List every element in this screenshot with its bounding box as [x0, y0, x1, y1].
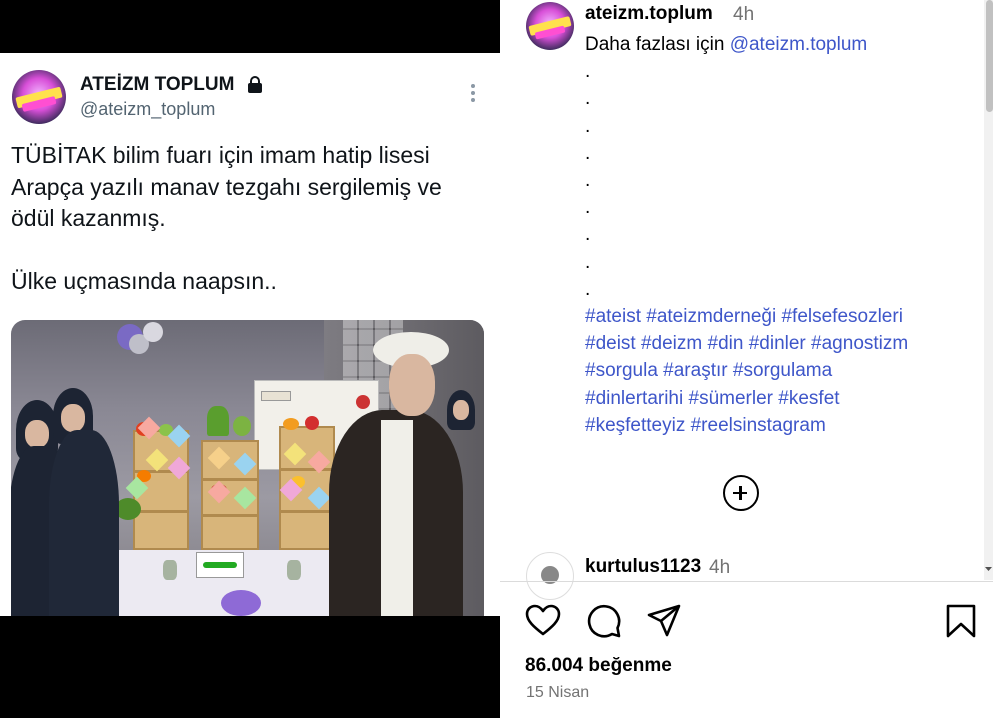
caption-dot: .: [585, 88, 591, 110]
post-time[interactable]: 4h: [733, 4, 754, 26]
tweet-line: TÜBİTAK bilim fuarı için imam hatip lise…: [11, 142, 430, 168]
hashtag-link[interactable]: #keşfetteyiz: [585, 415, 685, 436]
caption-prefix: Daha fazlası için: [585, 34, 725, 55]
add-circle-icon[interactable]: [723, 475, 759, 511]
post-media[interactable]: ATEİZM TOPLUM @ateizm_toplum TÜBİTAK bil…: [0, 0, 500, 718]
post-caption: Daha fazlası için @ateizm.toplum . . . .…: [585, 31, 975, 439]
hashtag-link[interactable]: #sorgula: [585, 360, 658, 381]
caption-dot: .: [585, 115, 591, 137]
comment-time: 4h: [709, 557, 731, 578]
heart-icon[interactable]: [525, 603, 561, 639]
tweet-avatar: [12, 70, 66, 124]
more-icon: [466, 84, 480, 104]
hashtag-link[interactable]: #dinlertarihi: [585, 388, 683, 409]
hashtag-link[interactable]: #ateizmderneği: [646, 306, 776, 327]
hashtag-link[interactable]: #sümerler: [689, 388, 773, 409]
post-date: 15 Nisan: [526, 684, 590, 701]
hashtag-link[interactable]: #sorgulama: [733, 360, 832, 381]
tweet-display-name: ATEİZM TOPLUM: [80, 74, 235, 95]
caption-dot: .: [585, 61, 591, 83]
tweet-line: ödül kazanmış.: [11, 205, 166, 231]
comments-panel: ateizm.toplum 4h Daha fazlası için @atei…: [500, 0, 993, 718]
scrollbar-thumb[interactable]: [986, 0, 993, 112]
author-avatar[interactable]: [526, 2, 574, 50]
caption-dot: .: [585, 251, 591, 273]
tweet-photo: [11, 320, 484, 616]
hashtag-link[interactable]: #deizm: [641, 333, 702, 354]
tweet-line: Arapça yazılı manav tezgahı sergilemiş v…: [11, 173, 442, 200]
hashtag-link[interactable]: #reelsinstagram: [691, 415, 826, 436]
save-icon[interactable]: [943, 603, 979, 639]
divider: [500, 581, 993, 582]
caption-dot: .: [585, 278, 591, 300]
comment-icon[interactable]: [586, 603, 622, 639]
hashtag-link[interactable]: #felsefesozleri: [781, 306, 902, 327]
hashtag-link[interactable]: #agnostizm: [811, 333, 908, 354]
caption-dot: .: [585, 169, 591, 191]
lock-icon: [248, 76, 262, 93]
caption-dot: .: [585, 142, 591, 164]
hashtag-link[interactable]: #din: [708, 333, 744, 354]
likes-count[interactable]: 86.004 beğenme: [525, 655, 672, 677]
caption-dot: .: [585, 224, 591, 246]
hashtag-link[interactable]: #dinler: [749, 333, 806, 354]
hashtag-link[interactable]: #ateist: [585, 306, 641, 327]
hashtag-list: #ateist #ateizmderneği #felsefesozleri #…: [585, 303, 975, 439]
tweet-line: Ülke uçmasında naapsın..: [11, 267, 277, 294]
comment-username[interactable]: kurtulus1123: [585, 556, 701, 578]
tweet-handle: @ateizm_toplum: [80, 99, 216, 119]
caption-mention[interactable]: @ateizm.toplum: [730, 34, 868, 55]
hashtag-link[interactable]: #deist: [585, 333, 636, 354]
caption-dot: .: [585, 197, 591, 219]
scroll-down-arrow-icon[interactable]: [984, 564, 993, 574]
commenter-avatar[interactable]: [526, 552, 574, 600]
tweet-text: TÜBİTAK bilim fuarı için imam hatip lise…: [11, 140, 491, 297]
share-icon[interactable]: [646, 603, 682, 639]
author-username[interactable]: ateizm.toplum: [585, 3, 713, 25]
hashtag-link[interactable]: #kesfet: [778, 388, 839, 409]
hashtag-link[interactable]: #araştır: [663, 360, 727, 381]
